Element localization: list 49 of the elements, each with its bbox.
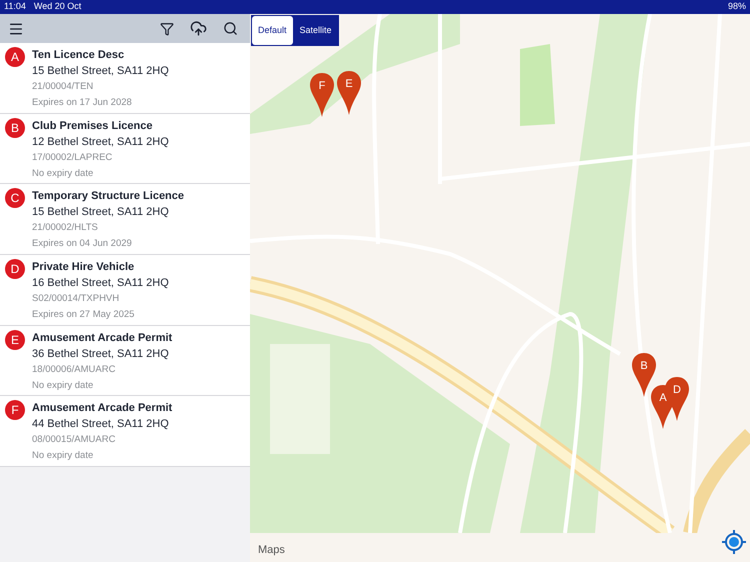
licence-expiry: No expiry date: [32, 449, 94, 464]
licence-list-item[interactable]: C Temporary Structure Licence 15 Bethel Street, SA11 2HQ 21/00002/HLTS Expires on 04 Jun 2029: [0, 184, 250, 256]
licence-address: 12 Bethel Street, SA11 2HQ: [32, 134, 169, 150]
licence-reference: 21/00002/HLTS: [32, 221, 99, 236]
menu-icon: [8, 20, 24, 36]
licence-address: 15 Bethel Street, SA11 2HQ: [32, 64, 169, 79]
maps-attribution: Maps: [258, 542, 285, 558]
licence-expiry: Expires on 27 May 2025: [32, 308, 136, 322]
licence-address: 36 Bethel Street, SA11 2HQ: [32, 346, 170, 362]
licence-title: Amusement Arcade Permit: [32, 330, 172, 346]
licence-list-item[interactable]: B Club Premises Licence 12 Bethel Street, SA11 2HQ 17/00002/LAPREC No expiry date: [0, 114, 250, 184]
licence-reference: S02/00014/TXPHVH: [32, 292, 120, 306]
licence-expiry: Expires on 04 Jun 2029: [32, 237, 133, 252]
search-icon: [223, 21, 238, 36]
licence-list-item[interactable]: F Amusement Arcade Permit 44 Bethel Street, SA11 2HQ 08/00015/AMUARC No expiry date: [0, 396, 250, 468]
licence-list-item[interactable]: A Ten Licence Desc 15 Bethel Street, SA11 2HQ 21/00004/TEN Expires on 17 Jun 2028: [0, 43, 250, 114]
location-icon[interactable]: [722, 530, 746, 554]
licence-reference: 08/00015/AMUARC: [32, 433, 116, 448]
licence-address: 16 Bethel Street, SA11 2HQ: [32, 276, 169, 292]
status-date: Wed 20 Oct: [34, 0, 82, 14]
licence-title: Amusement Arcade Permit: [32, 401, 172, 416]
marker-badge: B: [5, 118, 25, 138]
filter-icon: [160, 22, 174, 36]
licence-title: Private Hire Vehicle: [32, 260, 136, 276]
licence-reference: 18/00006/AMUARC: [32, 362, 116, 377]
map-type-tab[interactable]: Default: [252, 16, 293, 45]
cloud-upload-icon: [190, 20, 207, 37]
battery-level: 98%: [728, 0, 746, 14]
map-pin[interactable]: E: [336, 70, 362, 116]
marker-badge: C: [5, 188, 25, 208]
licence-expiry: No expiry date: [32, 378, 94, 393]
licence-title: Ten Licence Desc: [32, 48, 126, 63]
licence-list-item[interactable]: D Private Hire Vehicle 16 Bethel Street, SA11 2HQ S02/00014/TXPHVH Expires on 27 May 2025: [0, 255, 250, 326]
licence-title: Club Premises Licence: [32, 118, 154, 134]
licence-reference: 21/00004/TEN: [32, 80, 94, 94]
licence-address: 15 Bethel Street, SA11 2HQ: [32, 205, 170, 220]
status-time: 11:04: [4, 0, 26, 14]
map-pin[interactable]: B: [631, 352, 657, 398]
licence-reference: 17/00002/LAPREC: [32, 150, 114, 165]
marker-badge: D: [5, 259, 25, 280]
licence-expiry: No expiry date: [32, 166, 94, 181]
marker-badge: F: [5, 400, 25, 420]
licence-title: Temporary Structure Licence: [32, 189, 184, 204]
licence-list-item[interactable]: E Amusement Arcade Permit 36 Bethel Street, SA11 2HQ 18/00006/AMUARC No expiry date: [0, 326, 250, 396]
marker-badge: E: [5, 330, 25, 350]
licence-address: 44 Bethel Street, SA11 2HQ: [32, 417, 170, 432]
map-pin[interactable]: F: [309, 72, 335, 118]
marker-badge: A: [5, 47, 25, 67]
licence-expiry: Expires on 17 Jun 2028: [32, 96, 133, 110]
